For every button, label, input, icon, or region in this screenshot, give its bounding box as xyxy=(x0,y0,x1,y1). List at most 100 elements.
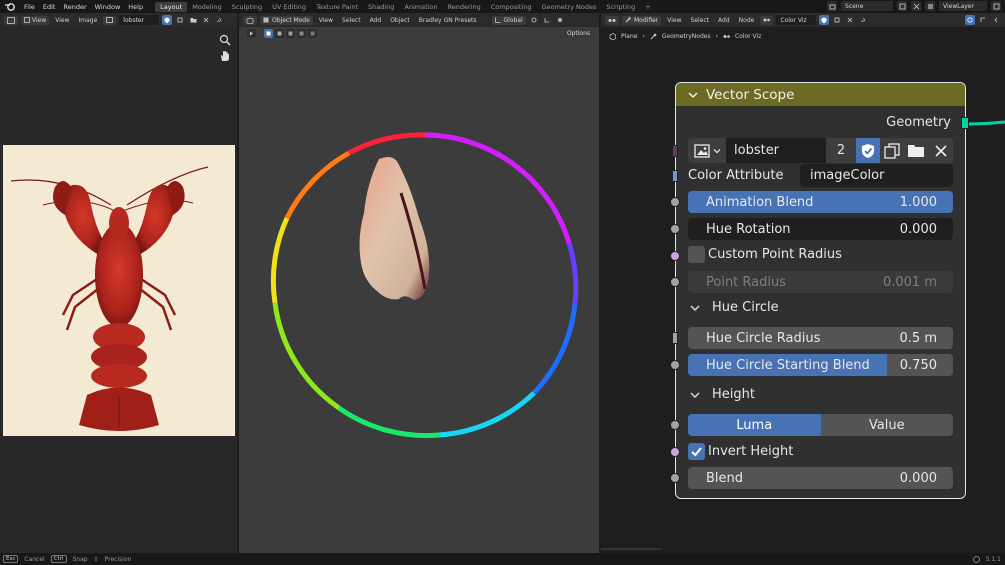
custom-point-radius-socket[interactable] xyxy=(670,251,680,261)
menu-file[interactable]: File xyxy=(20,3,39,11)
menu-node[interactable]: Node xyxy=(736,17,758,24)
pin-icon[interactable] xyxy=(858,15,868,25)
height-mode-luma[interactable]: Luma xyxy=(688,414,821,436)
open-image-folder-icon[interactable] xyxy=(188,15,199,25)
view-icon xyxy=(24,17,30,23)
geometry-output-socket[interactable] xyxy=(961,117,969,129)
point-radius-socket[interactable] xyxy=(670,277,680,287)
image-editor-area[interactable]: View View Image lobster xyxy=(0,13,237,553)
image-name-field[interactable]: lobster xyxy=(119,15,160,25)
height-mode-value[interactable]: Value xyxy=(820,414,953,436)
fake-user-shield-button[interactable] xyxy=(856,138,880,163)
node-group-name-field[interactable]: Color Viz xyxy=(776,15,817,25)
animation-blend-slider[interactable]: Animation Blend 1.000 xyxy=(688,191,953,213)
new-scene-icon[interactable] xyxy=(897,1,907,11)
custom-point-radius-checkbox[interactable] xyxy=(688,246,705,263)
workspace-tab-shading[interactable]: Shading xyxy=(363,2,399,12)
editor-type-button[interactable] xyxy=(4,15,18,25)
fake-user-shield-icon[interactable] xyxy=(162,15,173,25)
blend-field[interactable]: Blend 0.000 xyxy=(688,467,953,489)
view-layer-icon[interactable] xyxy=(925,1,935,11)
workspace-tab-scripting[interactable]: Scripting xyxy=(601,2,640,12)
add-workspace-button[interactable]: + xyxy=(640,2,655,12)
workspace-tab-uv-editing[interactable]: UV Editing xyxy=(267,2,311,12)
new-view-layer-icon[interactable] xyxy=(991,1,1001,11)
workspace-tab-modeling[interactable]: Modeling xyxy=(187,2,227,12)
image-canvas-lobster[interactable] xyxy=(3,145,235,436)
editor-type-button[interactable] xyxy=(605,15,619,25)
pan-hand-icon[interactable] xyxy=(219,50,231,62)
unlink-node-tree-icon[interactable] xyxy=(845,15,856,25)
menu-select[interactable]: Select xyxy=(688,17,713,24)
hue-circle-panel-header[interactable]: Hue Circle xyxy=(690,297,955,318)
image-input-socket[interactable] xyxy=(672,145,678,157)
hue-circle-start-blend-slider[interactable]: Hue Circle Starting Blend 0.750 xyxy=(688,354,953,376)
workspace-tab-texture-paint[interactable]: Texture Paint xyxy=(311,2,363,12)
overlay-toggle-icon[interactable] xyxy=(965,15,975,25)
fake-user-shield-icon[interactable] xyxy=(819,15,830,25)
hue-circle-start-socket[interactable] xyxy=(670,360,680,370)
invert-height-socket[interactable] xyxy=(670,447,680,457)
unlink-image-icon[interactable] xyxy=(201,15,212,25)
menu-window[interactable]: Window xyxy=(91,3,125,11)
view-mode-dropdown[interactable]: View xyxy=(21,15,50,25)
height-mode-toggle: Luma Value xyxy=(688,414,953,436)
open-image-button[interactable] xyxy=(904,138,928,163)
height-mode-socket[interactable] xyxy=(670,420,680,430)
duplicate-image-button[interactable] xyxy=(880,138,904,163)
node-header[interactable]: Vector Scope xyxy=(676,83,965,106)
node-editor-scrollbar[interactable] xyxy=(601,548,661,550)
pin-icon[interactable] xyxy=(214,15,224,25)
menu-help[interactable]: Help xyxy=(124,3,147,11)
image-users-count[interactable]: 2 xyxy=(826,138,856,163)
duplicate-node-tree-icon[interactable] xyxy=(832,15,843,25)
hue-rotation-socket[interactable] xyxy=(670,224,680,234)
delete-scene-icon[interactable] xyxy=(911,1,921,11)
node-tree-browse-button[interactable] xyxy=(760,15,774,25)
breadcrumb-object[interactable]: Plane xyxy=(621,33,637,40)
point-radius-field[interactable]: Point Radius 0.001 m xyxy=(688,271,953,293)
unlink-image-button[interactable] xyxy=(928,138,953,163)
image-name-field[interactable]: lobster xyxy=(726,138,826,163)
modifier-context-dropdown[interactable]: Modifier xyxy=(622,15,662,25)
vector-scope-visualization[interactable] xyxy=(239,13,599,553)
new-image-icon[interactable] xyxy=(175,15,186,25)
workspace-tab-compositing[interactable]: Compositing xyxy=(486,2,537,12)
menu-image[interactable]: Image xyxy=(76,17,101,24)
menu-edit[interactable]: Edit xyxy=(39,3,60,11)
color-attribute-field[interactable]: imageColor xyxy=(800,164,953,187)
height-panel-header[interactable]: Height xyxy=(690,384,955,405)
snap-toggle-icon[interactable] xyxy=(978,15,988,25)
ctrl-key-hint: Ctrl xyxy=(50,555,67,563)
image-browse-button[interactable] xyxy=(688,138,726,163)
menu-render[interactable]: Render xyxy=(59,3,90,11)
image-browse-button[interactable] xyxy=(103,15,117,25)
scene-selector[interactable]: Scene xyxy=(841,1,893,11)
menu-view[interactable]: View xyxy=(664,17,684,24)
hue-circle-radius-field[interactable]: Hue Circle Radius 0.5 m xyxy=(688,327,953,349)
3d-viewport-area[interactable]: Object Mode View Select Add Object Bradl… xyxy=(239,13,599,553)
vector-scope-node[interactable]: Vector Scope Geometry lobster 2 Color At… xyxy=(670,82,969,499)
workspace-tab-geometry-nodes[interactable]: Geometry Nodes xyxy=(537,2,602,12)
zoom-icon[interactable] xyxy=(219,34,231,46)
animation-blend-socket[interactable] xyxy=(670,197,680,207)
geometry-output-label: Geometry xyxy=(886,115,951,130)
workspace-tab-animation[interactable]: Animation xyxy=(399,2,442,12)
menu-add[interactable]: Add xyxy=(715,17,733,24)
hue-circle-radius-socket[interactable] xyxy=(672,332,678,344)
hue-rotation-field[interactable]: Hue Rotation 0.000 xyxy=(688,218,953,240)
view-layer-selector[interactable]: ViewLayer xyxy=(939,1,987,11)
collapse-chevron-icon[interactable] xyxy=(688,90,698,100)
scene-icon[interactable] xyxy=(827,1,837,11)
workspace-tab-rendering[interactable]: Rendering xyxy=(443,2,486,12)
invert-height-checkbox[interactable] xyxy=(688,443,705,460)
workspace-tab-sculpting[interactable]: Sculpting xyxy=(227,2,267,12)
sidebar-toggle-icon[interactable] xyxy=(991,15,1001,25)
breadcrumb-modifier[interactable]: GeometryNodes xyxy=(662,33,711,40)
blend-socket[interactable] xyxy=(670,473,680,483)
blender-logo-icon[interactable] xyxy=(4,2,16,11)
workspace-tab-layout[interactable]: Layout xyxy=(155,1,188,12)
breadcrumb-node-group[interactable]: Color Viz xyxy=(735,33,761,40)
menu-view[interactable]: View xyxy=(52,17,72,24)
color-attribute-socket[interactable] xyxy=(672,170,678,182)
